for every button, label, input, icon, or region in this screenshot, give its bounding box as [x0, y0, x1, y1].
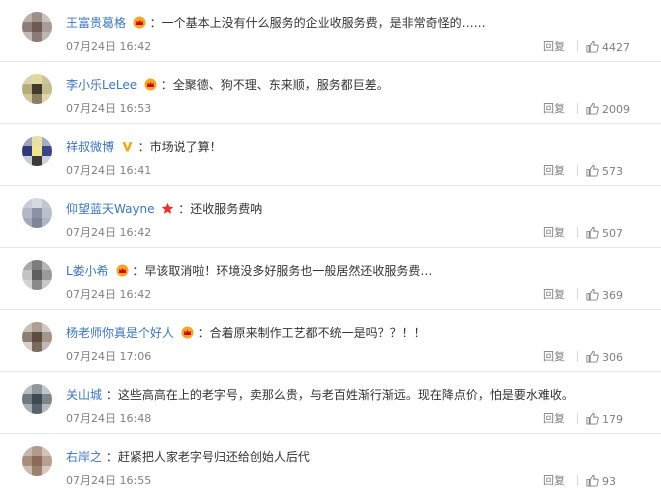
like-button[interactable]: 179 — [586, 412, 623, 427]
divider — [577, 351, 578, 362]
username-link[interactable]: 王富贵葛格 — [66, 16, 126, 30]
thumbs-up-icon — [586, 474, 599, 487]
like-button[interactable]: 369 — [586, 288, 623, 303]
comment-head: 右岸之 ：赶紧把人家老字号归还给创始人后代 — [66, 448, 310, 466]
like-count: 306 — [602, 351, 623, 364]
avatar[interactable] — [22, 12, 52, 42]
comment-text: ：这些高高在上的老字号，卖那么贵，与老百姓渐行渐远。现在降点价，怕是要水难收。 — [105, 388, 574, 402]
crown-icon — [181, 326, 194, 339]
thumbs-up-icon — [586, 164, 599, 177]
username-link[interactable]: 祥叔微博 — [66, 140, 114, 154]
username-link[interactable]: 李小乐LeLee — [66, 78, 137, 92]
comment-head: 杨老师你真是个好人 ：合着原来制作工艺都不统一是吗？？！！ — [66, 324, 426, 342]
like-button[interactable]: 4427 — [586, 40, 630, 55]
like-count: 507 — [602, 227, 623, 240]
comment-item: 杨老师你真是个好人 ：合着原来制作工艺都不统一是吗？？！！ 07月24日 17:… — [0, 310, 661, 372]
reply-button[interactable]: 回复 — [543, 288, 565, 302]
comment-item: 祥叔微博 ：市场说了算！ 07月24日 16:41 回复 573 — [0, 124, 661, 186]
comment-time: 07月24日 16:42 — [66, 288, 152, 301]
crown-icon — [133, 16, 146, 29]
username-link[interactable]: 关山城 — [66, 388, 102, 402]
like-button[interactable]: 306 — [586, 350, 623, 365]
comment-text: ：一个基本上没有什么服务的企业收服务费，是非常奇怪的…… — [149, 16, 486, 30]
comment-head: 祥叔微博 ：市场说了算！ — [66, 138, 222, 156]
comment-text: ：市场说了算！ — [137, 140, 222, 154]
divider — [577, 41, 578, 52]
username-link[interactable]: 右岸之 — [66, 450, 102, 464]
thumbs-up-icon — [586, 288, 599, 301]
reply-button[interactable]: 回复 — [543, 164, 565, 178]
like-button[interactable]: 93 — [586, 474, 616, 489]
like-button[interactable]: 2009 — [586, 102, 630, 117]
avatar[interactable] — [22, 198, 52, 228]
crown-icon — [116, 264, 129, 277]
comment-time: 07月24日 17:06 — [66, 350, 152, 363]
divider — [577, 413, 578, 424]
avatar[interactable] — [22, 260, 52, 290]
reply-button[interactable]: 回复 — [543, 350, 565, 364]
comment-head: L娄小希 ：早该取消啦！环境没多好服务也一般居然还收服务费… — [66, 262, 432, 280]
comment-time: 07月24日 16:42 — [66, 40, 152, 53]
comment-item: 仰望蓝天Wayne ：还收服务费呐 07月24日 16:42 回复 507 — [0, 186, 661, 248]
comment-time: 07月24日 16:42 — [66, 226, 152, 239]
thumbs-up-icon — [586, 226, 599, 239]
avatar[interactable] — [22, 446, 52, 476]
thumbs-up-icon — [586, 40, 599, 53]
comment-text: ：合着原来制作工艺都不统一是吗？？！！ — [197, 326, 426, 340]
star-icon — [162, 202, 174, 214]
comment-head: 关山城 ：这些高高在上的老字号，卖那么贵，与老百姓渐行渐远。现在降点价，怕是要水… — [66, 386, 574, 404]
like-count: 2009 — [602, 103, 630, 116]
comment-item: 王富贵葛格 ：一个基本上没有什么服务的企业收服务费，是非常奇怪的…… 07月24… — [0, 0, 661, 62]
avatar[interactable] — [22, 136, 52, 166]
comment-item: 右岸之 ：赶紧把人家老字号归还给创始人后代 07月24日 16:55 回复 93 — [0, 434, 661, 496]
comment-item: L娄小希 ：早该取消啦！环境没多好服务也一般居然还收服务费… 07月24日 16… — [0, 248, 661, 310]
comment-item: 李小乐LeLee ：全聚德、狗不理、东来顺，服务都巨差。 07月24日 16:5… — [0, 62, 661, 124]
comment-text: ：赶紧把人家老字号归还给创始人后代 — [105, 450, 310, 464]
comment-text: ：全聚德、狗不理、东来顺，服务都巨差。 — [160, 78, 389, 92]
avatar[interactable] — [22, 74, 52, 104]
comment-list: 王富贵葛格 ：一个基本上没有什么服务的企业收服务费，是非常奇怪的…… 07月24… — [0, 0, 661, 501]
comment-time: 07月24日 16:41 — [66, 164, 152, 177]
like-button[interactable]: 573 — [586, 164, 623, 179]
like-count: 369 — [602, 289, 623, 302]
thumbs-up-icon — [586, 412, 599, 425]
comment-time: 07月24日 16:53 — [66, 102, 152, 115]
like-count: 4427 — [602, 41, 630, 54]
like-count: 179 — [602, 413, 623, 426]
thumbs-up-icon — [586, 102, 599, 115]
reply-button[interactable]: 回复 — [543, 412, 565, 426]
divider — [577, 227, 578, 238]
username-link[interactable]: 杨老师你真是个好人 — [66, 326, 174, 340]
comment-item: 关山城 ：这些高高在上的老字号，卖那么贵，与老百姓渐行渐远。现在降点价，怕是要水… — [0, 372, 661, 434]
username-link[interactable]: 仰望蓝天Wayne — [66, 202, 155, 216]
avatar[interactable] — [22, 322, 52, 352]
comment-head: 李小乐LeLee ：全聚德、狗不理、东来顺，服务都巨差。 — [66, 76, 389, 94]
comment-text: ：早该取消啦！环境没多好服务也一般居然还收服务费… — [132, 264, 433, 278]
thumbs-up-icon — [586, 350, 599, 363]
comment-time: 07月24日 16:48 — [66, 412, 152, 425]
like-button[interactable]: 507 — [586, 226, 623, 241]
reply-button[interactable]: 回复 — [543, 40, 565, 54]
divider — [577, 165, 578, 176]
crown-icon — [144, 78, 157, 91]
divider — [577, 103, 578, 114]
reply-button[interactable]: 回复 — [543, 102, 565, 116]
like-count: 573 — [602, 165, 623, 178]
reply-button[interactable]: 回复 — [543, 226, 565, 240]
comment-head: 王富贵葛格 ：一个基本上没有什么服务的企业收服务费，是非常奇怪的…… — [66, 14, 486, 32]
username-link[interactable]: L娄小希 — [66, 264, 109, 278]
verified-v-icon — [122, 142, 133, 152]
comment-time: 07月24日 16:55 — [66, 474, 152, 487]
reply-button[interactable]: 回复 — [543, 474, 565, 488]
like-count: 93 — [602, 475, 616, 488]
avatar[interactable] — [22, 384, 52, 414]
divider — [577, 475, 578, 486]
divider — [577, 289, 578, 300]
comment-head: 仰望蓝天Wayne ：还收服务费呐 — [66, 200, 262, 218]
comment-text: ：还收服务费呐 — [178, 202, 263, 216]
